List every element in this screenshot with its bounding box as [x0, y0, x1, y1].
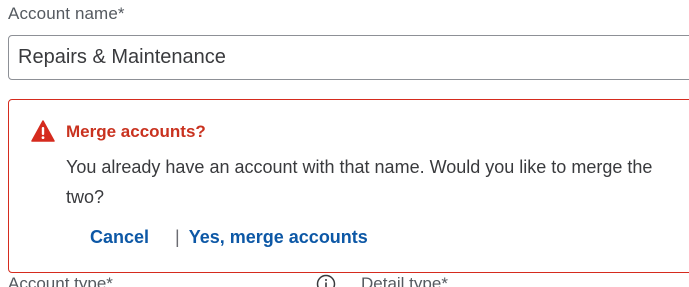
merge-accounts-button[interactable]: Yes, merge accounts [189, 227, 368, 248]
lower-field-labels: Account type* Detail type* [0, 274, 689, 287]
alert-title: Merge accounts? [66, 122, 206, 141]
account-form: Account name* Merge accounts? You alread… [0, 0, 689, 287]
account-name-input[interactable] [8, 35, 689, 80]
merge-accounts-alert: Merge accounts? You already have an acco… [8, 99, 689, 273]
alert-message: You already have an account with that na… [66, 157, 653, 207]
account-name-label: Account name* [8, 4, 125, 23]
cancel-button[interactable]: Cancel [90, 227, 149, 248]
info-icon[interactable] [316, 274, 336, 287]
account-type-label: Account type* [8, 274, 113, 287]
alert-actions: Cancel | Yes, merge accounts [90, 227, 368, 248]
detail-type-label: Detail type* [361, 274, 448, 287]
warning-icon [31, 120, 55, 142]
action-separator: | [175, 227, 180, 247]
